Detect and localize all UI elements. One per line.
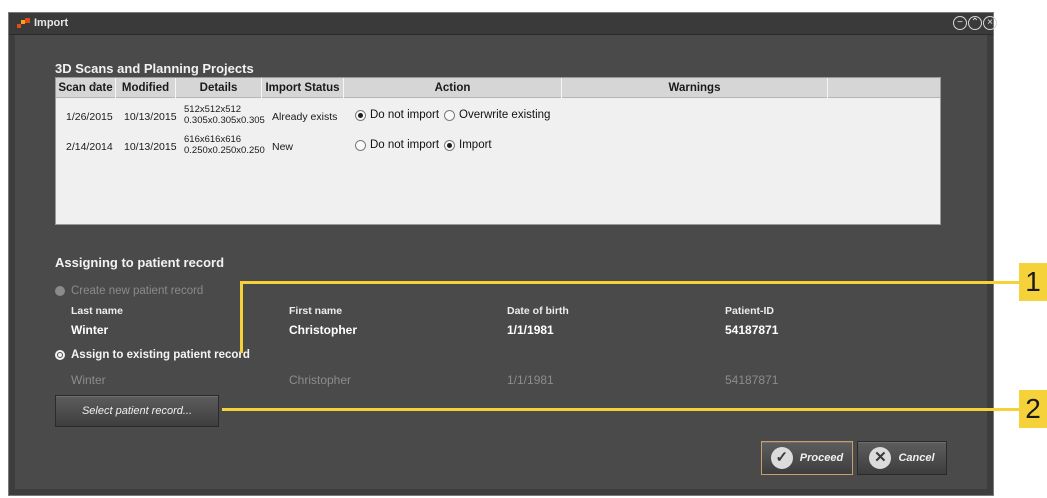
patient-id-header: Patient-ID [725,305,775,317]
row2-import-label[interactable]: Import [459,139,492,151]
cancel-button[interactable]: ✕ Cancel [857,441,947,475]
row1-details-size: 512x512x512 [184,104,242,115]
close-icon[interactable]: × [983,16,997,30]
row1-scan-date: 1/26/2015 [66,111,113,123]
existing-dob: 1/1/1981 [507,373,554,387]
minimize-icon[interactable]: − [953,16,967,30]
assign-existing-radio[interactable] [55,350,65,360]
callout-2-badge: 2 [1019,390,1047,428]
column-action[interactable]: Action [344,78,562,98]
row2-import-status: New [272,141,294,153]
row1-overwrite-radio[interactable] [444,109,456,121]
existing-patient-id: 54187871 [725,373,779,387]
column-modified[interactable]: Modified [116,78,176,98]
title-bar[interactable]: Import − ⌃ × [9,13,997,35]
create-new-patient-option[interactable]: Create new patient record [55,285,203,297]
row1-import-status: Already exists [272,111,338,123]
current-dob: 1/1/1981 [507,323,554,337]
row2-modified: 10/13/2015 [124,141,177,153]
row1-action-group: Do not import Overwrite existing [355,109,555,121]
app-logo-icon [17,18,30,29]
callout-2-line [222,408,1019,411]
table-header: ▼ Scan date Modified Details Import Stat… [56,78,940,98]
restore-icon[interactable]: ⌃ [968,16,982,30]
row1-overwrite-label[interactable]: Overwrite existing [459,109,550,121]
scans-table: ▼ Scan date Modified Details Import Stat… [55,77,941,225]
existing-first-name: Christopher [289,373,352,387]
screenshot-stage: Import − ⌃ × 3D Scans and Planning Proje… [0,0,1047,498]
column-warnings[interactable]: Warnings [562,78,828,98]
callout-1-leader [240,281,243,353]
row2-details-size: 616x616x616 [184,134,242,145]
column-import-status[interactable]: Import Status [262,78,344,98]
column-details[interactable]: Details [176,78,262,98]
patient-section-title: Assigning to patient record [55,255,225,270]
column-scan-date[interactable]: ▼ Scan date [56,78,116,98]
row2-do-not-import-radio[interactable] [355,139,366,151]
callout-1-line [240,281,1019,284]
row2-import-radio[interactable] [444,139,456,151]
current-patient-id: 54187871 [725,323,779,337]
select-patient-record-button[interactable]: Select patient record... [55,395,219,427]
window-title: Import [34,17,69,29]
proceed-button[interactable]: ✓ Proceed [761,441,853,475]
row1-do-not-import-label[interactable]: Do not import [370,109,439,121]
cancel-x-icon: ✕ [869,447,892,469]
dob-header: Date of birth [507,305,569,317]
current-last-name: Winter [71,323,109,337]
row1-details-spacing: 0.305x0.305x0.305 [184,115,265,126]
row2-scan-date: 2/14/2014 [66,141,113,153]
row2-do-not-import-label[interactable]: Do not import [370,139,439,151]
row2-details-spacing: 0.250x0.250x0.250 [184,145,265,156]
create-new-radio[interactable] [55,286,65,296]
last-name-header: Last name [71,305,123,317]
row1-modified: 10/13/2015 [124,111,177,123]
row1-do-not-import-radio[interactable] [355,109,366,121]
column-filler [828,78,942,98]
first-name-header: First name [289,305,343,317]
assign-existing-option[interactable]: Assign to existing patient record [55,349,250,361]
existing-last-name: Winter [71,373,106,387]
dialog-content: 3D Scans and Planning Projects ▼ Scan da… [15,35,987,489]
scans-section-title: 3D Scans and Planning Projects [55,61,254,76]
sort-caret-icon: ▼ [92,83,98,89]
checkmark-icon: ✓ [770,447,793,469]
current-first-name: Christopher [289,323,358,337]
import-window: Import − ⌃ × 3D Scans and Planning Proje… [8,12,997,496]
row2-action-group: Do not import Import [355,139,497,151]
callout-1-badge: 1 [1019,263,1047,301]
